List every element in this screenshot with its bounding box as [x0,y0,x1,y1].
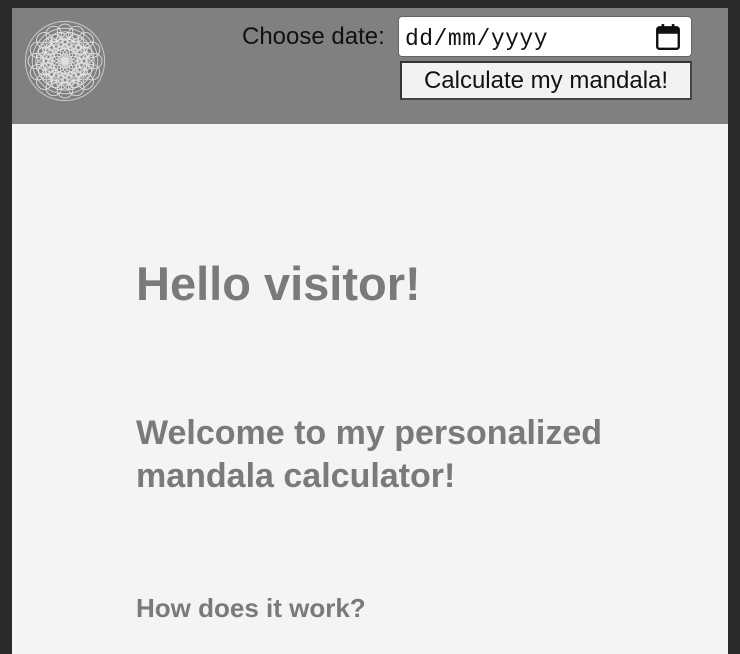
top-bar: Choose date: dd/mm/yyyy Calculate my man… [12,8,728,124]
greeting-heading: Hello visitor! [136,257,421,310]
mandala-logo-icon [24,20,106,102]
welcome-heading: Welcome to my personalized mandala calcu… [136,414,603,495]
page-frame: Choose date: dd/mm/yyyy Calculate my man… [12,8,728,654]
date-placeholder: dd/mm/yyyy [405,26,549,52]
how-it-works-heading: How does it work? [136,593,366,623]
calendar-icon[interactable] [655,23,681,51]
date-input[interactable]: dd/mm/yyyy [398,16,692,57]
calculate-mandala-button[interactable]: Calculate my mandala! [400,61,692,100]
date-label: Choose date: [242,23,385,50]
